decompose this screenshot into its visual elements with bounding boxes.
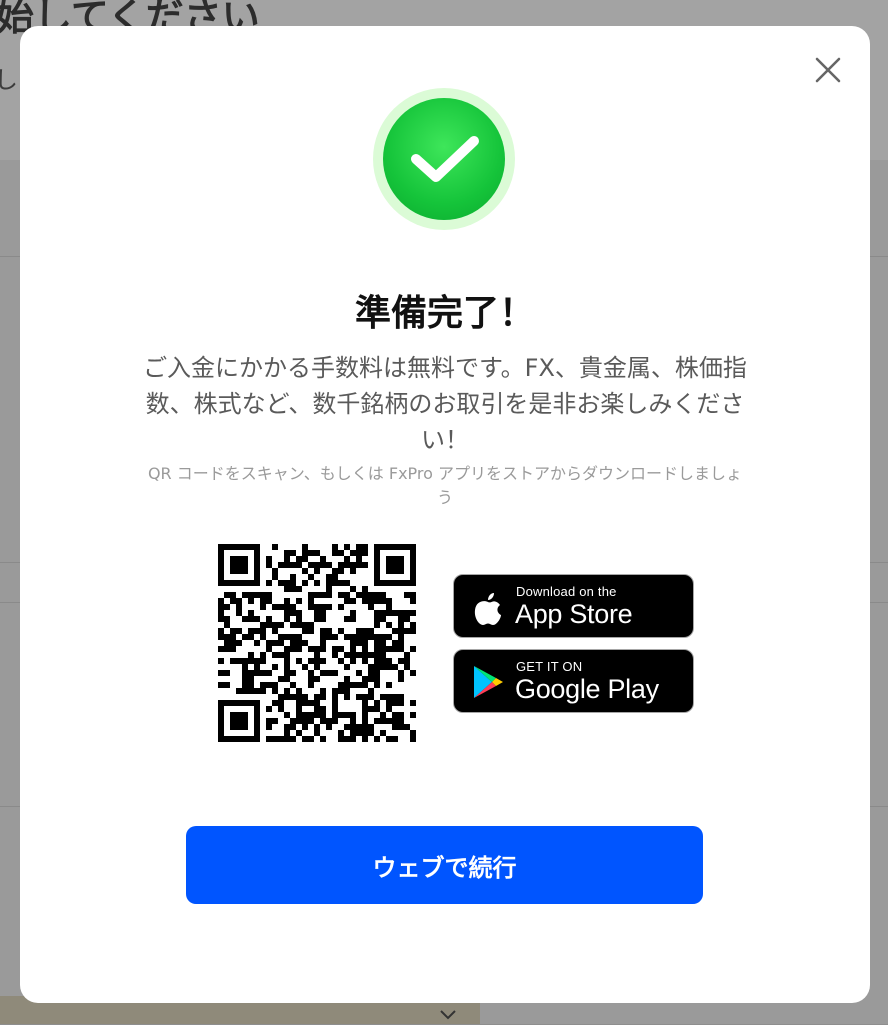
modal-description: ご入金にかかる手数料は無料です。FX、貴金属、株価指数、株式など、数千銘柄のお取… [143,354,747,454]
success-badge [373,88,515,230]
close-icon[interactable] [815,57,841,87]
modal-title: 準備完了！ [354,293,535,334]
apple-icon [470,587,506,627]
google-play-icon [470,662,506,702]
qr-code [218,544,416,742]
app-store-small-label: Download on the [516,584,617,599]
ready-modal: 準備完了！ ご入金にかかる手数料は無料です。FX、貴金属、株価指数、株式など、数… [20,26,870,1003]
download-hint: QR コードをスキャン、もしくは FxPro アプリをストアからダウンロードしま… [147,464,743,507]
continue-on-web-button[interactable]: ウェブで続行 [186,826,703,904]
checkmark-icon [383,98,505,220]
google-play-small-label: GET IT ON [516,659,583,674]
google-play-big-label: Google Play [515,674,659,704]
app-store-big-label: App Store [515,599,633,629]
chevron-down-icon [440,1004,456,1025]
app-store-button[interactable]: Download on the App Store [453,574,694,638]
background-subtitle: し [0,66,18,94]
close-button[interactable] [810,54,846,90]
google-play-button[interactable]: GET IT ON Google Play [453,649,694,713]
